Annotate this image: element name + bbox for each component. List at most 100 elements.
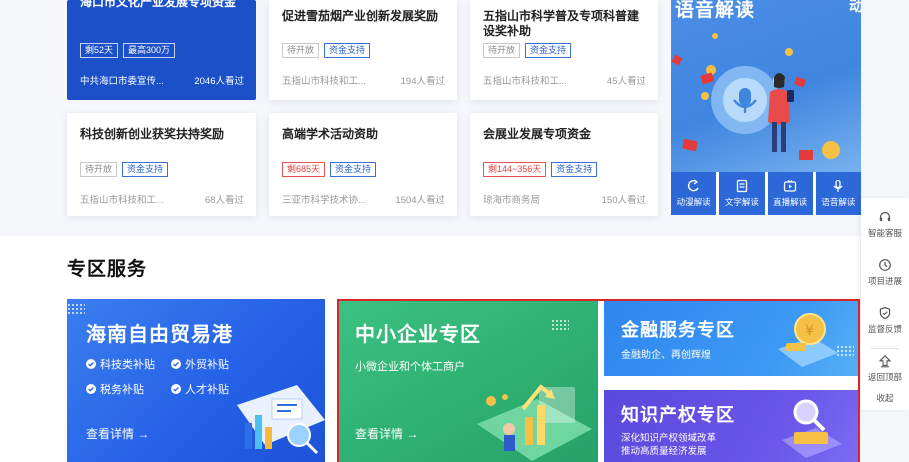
policy-tag: 剩52天: [80, 43, 119, 58]
zone-title: 海南自由贸易港: [86, 324, 233, 346]
zone-card-ip[interactable]: 知识产权专区 深化知识产权领域改革 推动高质量经济发展: [604, 390, 858, 462]
rail-collapse-button[interactable]: 收起: [861, 392, 909, 404]
policy-tag: 资金支持: [330, 162, 377, 177]
rail-item-back-to-top[interactable]: 返回顶部: [861, 354, 909, 383]
policy-card[interactable]: 会展业发展专项资金 剩144~356天 资金支持 琼海市商务局 150人看过: [470, 113, 658, 216]
policy-card-footer: 中共海口市委宣传... 2046人看过: [80, 73, 244, 87]
policy-tag: 剩144~356天: [483, 162, 547, 177]
zone-card-hainan[interactable]: 海南自由贸易港 科技类补贴 外贸补贴 税务补贴 人才补贴 查看详情 →: [67, 299, 325, 462]
policy-card-tags: 剩52天 最高300万: [80, 43, 176, 58]
svg-text:¥: ¥: [805, 323, 814, 339]
analytics-illustration: [237, 385, 325, 455]
policy-card-tags: 待开放 资金支持: [282, 43, 371, 58]
policy-tag: 剩685天: [282, 162, 326, 177]
zone-card-finance[interactable]: 金融服务专区 金融助企、再创辉煌 ¥: [604, 301, 858, 376]
policy-card-tags: 剩685天 资金支持: [282, 162, 377, 177]
voice-mode-audio[interactable]: 语音解读: [815, 172, 861, 215]
dot-pattern: [836, 345, 854, 357]
dot-pattern: [551, 319, 569, 331]
policy-card[interactable]: 科技创新创业获奖扶持奖励 待开放 资金支持 五指山市科技和工... 68人看过: [67, 113, 256, 216]
policy-card-title: 海口市文化产业发展专项资金: [80, 0, 237, 9]
policy-views: 2046人看过: [194, 76, 244, 87]
headset-icon: [879, 211, 891, 222]
policy-tag: 资金支持: [122, 162, 169, 177]
policy-card[interactable]: 促进雪茄烟产业创新发展奖励 待开放 资金支持 五指山市科技和工... 194人看…: [269, 0, 457, 100]
magnifier-illustration: [782, 399, 842, 458]
zone-subtitle: 小微企业和个体工商户: [355, 361, 465, 373]
voice-mode-text[interactable]: 文字解读: [719, 172, 765, 215]
animation-icon: [687, 179, 699, 192]
rail-item-label: 项目进展: [867, 276, 902, 286]
rail-collapse-label: 收起: [876, 393, 894, 403]
section-title: 专区服务: [67, 259, 148, 280]
policy-card-footer: 五指山市科技和工... 45人看过: [483, 73, 646, 87]
rail-item-progress[interactable]: 项目进展: [861, 258, 909, 287]
rail-item-customer-service[interactable]: 智能客服: [861, 210, 909, 239]
voice-mode-live[interactable]: 直播解读: [767, 172, 813, 215]
voice-mode-label: 语音解读: [821, 197, 856, 207]
voice-mode-label: 动漫解读: [676, 197, 711, 207]
voice-interpretation-panel: 语音解读 动 动漫解读 文字解读 直播解读 语音解读: [671, 0, 861, 215]
zone-subtitle: 推动高质量经济发展: [621, 446, 707, 457]
zone-detail-link[interactable]: 查看详情 →: [86, 425, 149, 442]
voice-banner[interactable]: 语音解读 动: [671, 0, 861, 172]
check-circle-icon: [86, 359, 96, 369]
zone-subtitle: 金融助企、再创辉煌: [621, 350, 711, 361]
policy-source: 五指山市科技和工...: [483, 76, 567, 87]
policy-card-title: 高端学术活动资助: [282, 127, 379, 141]
policy-card-footer: 五指山市科技和工... 194人看过: [282, 73, 445, 87]
zone-title: 金融服务专区: [621, 320, 735, 340]
policy-tag: 资金支持: [324, 43, 371, 58]
zone-card-sme[interactable]: 中小企业专区 小微企业和个体工商户 查看详情 →: [339, 301, 598, 462]
zone-feature: 税务补贴: [86, 381, 171, 397]
arrow-up-icon: [878, 355, 892, 368]
policy-section: 海口市文化产业发展专项资金 剩52天 最高300万 中共海口市委宣传... 20…: [0, 0, 861, 236]
zone-title: 知识产权专区: [621, 405, 735, 425]
voice-mode-animation[interactable]: 动漫解读: [671, 172, 717, 215]
policy-source: 琼海市商务局: [483, 195, 541, 206]
policy-tag: 最高300万: [123, 43, 176, 58]
voice-illustration: [671, 33, 840, 160]
check-circle-icon: [171, 359, 181, 369]
check-circle-icon: [86, 384, 96, 394]
coins-illustration: ¥: [778, 313, 838, 367]
policy-card[interactable]: 高端学术活动资助 剩685天 资金支持 三亚市科学技术协... 1504人看过: [269, 113, 457, 216]
policy-card-footer: 五指山市科技和工... 68人看过: [80, 192, 244, 206]
rail-item-label: 智能客服: [867, 228, 902, 238]
policy-card-footer: 琼海市商务局 150人看过: [483, 192, 646, 206]
rail-item-feedback[interactable]: 监督反馈: [861, 306, 909, 335]
growth-illustration: [477, 384, 592, 461]
voice-mode-label: 文字解读: [724, 197, 759, 207]
policy-card-footer: 三亚市科学技术协... 1504人看过: [282, 192, 445, 206]
policy-views: 194人看过: [400, 76, 445, 87]
microphone-icon: [833, 179, 843, 192]
policy-card-title: 科技创新创业获奖扶持奖励: [80, 127, 225, 141]
policy-card[interactable]: 海口市文化产业发展专项资金 剩52天 最高300万 中共海口市委宣传... 20…: [67, 0, 256, 100]
policy-tag: 待开放: [483, 43, 521, 58]
rail-divider: [871, 348, 899, 349]
policy-source: 中共海口市委宣传...: [80, 76, 164, 87]
rail-item-label: 监督反馈: [867, 324, 902, 334]
zone-title: 中小企业专区: [355, 324, 481, 346]
zone-feature: 科技类补贴: [86, 356, 171, 372]
dot-pattern: [67, 303, 85, 315]
policy-source: 三亚市科学技术协...: [282, 195, 366, 206]
policy-tag: 待开放: [80, 162, 118, 177]
live-tv-icon: [783, 180, 797, 192]
zone-detail-link[interactable]: 查看详情 →: [355, 425, 418, 442]
policy-card-title: 会展业发展专项资金: [483, 127, 592, 141]
policy-card-title: 五指山市科学普及专项科普建设奖补助: [483, 9, 640, 38]
policy-tag: 资金支持: [525, 43, 572, 58]
policy-card[interactable]: 五指山市科学普及专项科普建设奖补助 待开放 资金支持 五指山市科技和工... 4…: [470, 0, 658, 100]
policy-card-title: 促进雪茄烟产业创新发展奖励: [282, 9, 439, 23]
zone-subtitle: 深化知识产权领域改革: [621, 433, 717, 444]
policy-views: 1504人看过: [395, 195, 445, 206]
policy-tag: 待开放: [282, 43, 320, 58]
shield-icon: [879, 306, 891, 320]
document-icon: [736, 179, 748, 193]
policy-source: 五指山市科技和工...: [282, 76, 366, 87]
voice-mode-label: 直播解读: [773, 197, 808, 207]
policy-views: 150人看过: [601, 195, 646, 206]
clock-icon: [879, 259, 891, 271]
policy-card-tags: 待开放 资金支持: [483, 43, 572, 58]
